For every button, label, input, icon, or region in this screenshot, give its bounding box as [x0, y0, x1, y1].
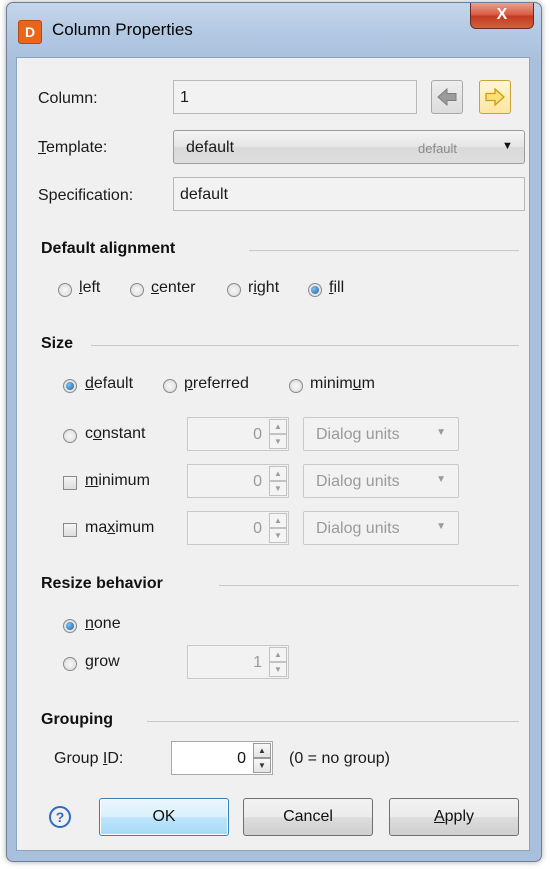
default-alignment-heading: Default alignment — [41, 240, 176, 257]
title-bar[interactable]: D Column Properties X — [7, 3, 541, 57]
size-constant-label[interactable]: constant — [85, 425, 146, 443]
minimum-size-label[interactable]: minimum — [85, 472, 150, 490]
grouping-heading: Grouping — [41, 711, 113, 728]
resize-behavior-heading: Resize behavior — [41, 575, 163, 592]
ok-button[interactable]: OK — [99, 798, 229, 836]
close-button[interactable]: X — [470, 3, 534, 29]
chevron-down-icon: ▼ — [436, 521, 446, 532]
size-heading: Size — [41, 335, 74, 352]
maximum-size-checkbox[interactable] — [63, 523, 77, 537]
template-label: Template: — [38, 139, 108, 156]
alignment-right-label[interactable]: right — [248, 279, 279, 297]
size-default-label[interactable]: default — [85, 375, 133, 393]
size-constant-radio[interactable] — [63, 429, 77, 443]
chevron-down-icon: ▼ — [436, 427, 446, 438]
size-minimum-label[interactable]: minimum — [310, 375, 375, 393]
size-default-radio[interactable] — [63, 379, 77, 393]
alignment-center-radio[interactable] — [130, 283, 144, 297]
resize-none-label[interactable]: none — [85, 615, 121, 633]
alignment-center-label[interactable]: center — [151, 279, 195, 297]
maximum-size-spinner[interactable]: 0 ▲ ▼ — [187, 511, 289, 545]
column-label: Column: — [38, 90, 98, 107]
section-divider — [91, 345, 519, 346]
resize-grow-label[interactable]: grow — [85, 653, 120, 671]
dialog-window: D Column Properties X Column: 1 Template… — [6, 2, 542, 862]
chevron-down-icon: ▼ — [502, 140, 513, 152]
constant-unit-value: Dialog units — [316, 426, 400, 443]
section-divider — [219, 585, 519, 586]
maximum-size-label[interactable]: maximum — [85, 519, 154, 537]
app-logo-icon: D — [18, 20, 42, 44]
dialog-content: Column: 1 Template: default default ▼ Sp… — [16, 57, 530, 851]
grow-weight-value: 1 — [253, 654, 262, 671]
spinner-down-icon[interactable]: ▼ — [269, 662, 287, 677]
alignment-fill-label[interactable]: fill — [329, 279, 344, 297]
specification-label: Specification: — [38, 187, 134, 204]
section-divider — [249, 250, 519, 251]
constant-size-value: 0 — [253, 426, 262, 443]
specification-field[interactable]: default — [173, 177, 525, 211]
group-id-spinner[interactable]: 0 ▲ ▼ — [171, 741, 273, 775]
resize-grow-radio[interactable] — [63, 657, 77, 671]
alignment-fill-radio[interactable] — [308, 283, 322, 297]
minimum-unit-value: Dialog units — [316, 473, 400, 490]
help-icon[interactable]: ? — [49, 806, 71, 828]
spinner-up-icon[interactable]: ▲ — [269, 647, 287, 662]
grow-weight-spinner[interactable]: 1 ▲ ▼ — [187, 645, 289, 679]
alignment-left-label[interactable]: left — [79, 279, 100, 297]
minimum-size-spinner[interactable]: 0 ▲ ▼ — [187, 464, 289, 498]
section-divider — [147, 721, 519, 722]
window-title: Column Properties — [52, 20, 193, 39]
group-id-hint: (0 = no group) — [289, 750, 390, 767]
arrow-left-icon — [437, 87, 457, 107]
resize-none-radio[interactable] — [63, 619, 77, 633]
group-id-value: 0 — [237, 750, 246, 767]
spinner-down-icon[interactable]: ▼ — [269, 481, 287, 496]
alignment-left-radio[interactable] — [58, 283, 72, 297]
minimum-size-checkbox[interactable] — [63, 476, 77, 490]
spinner-up-icon[interactable]: ▲ — [269, 513, 287, 528]
apply-button[interactable]: Apply — [389, 798, 519, 836]
spinner-down-icon[interactable]: ▼ — [269, 434, 287, 449]
arrow-right-icon — [485, 87, 505, 107]
group-id-label: Group ID: — [54, 750, 124, 767]
template-select-hint: default — [418, 141, 458, 156]
spinner-up-icon[interactable]: ▲ — [269, 466, 287, 481]
spinner-up-icon[interactable]: ▲ — [269, 419, 287, 434]
size-preferred-radio[interactable] — [163, 379, 177, 393]
minimum-size-value: 0 — [253, 473, 262, 490]
maximum-unit-value: Dialog units — [316, 520, 400, 537]
spinner-down-icon[interactable]: ▼ — [253, 758, 271, 773]
template-select-value: default — [186, 139, 235, 156]
size-minimum-radio[interactable] — [289, 379, 303, 393]
close-icon: X — [496, 6, 508, 23]
spinner-up-icon[interactable]: ▲ — [253, 743, 271, 758]
previous-column-button[interactable] — [431, 80, 463, 114]
next-column-button[interactable] — [479, 80, 511, 114]
minimum-unit-select[interactable]: Dialog units ▼ — [303, 464, 459, 498]
column-field: 1 — [173, 80, 417, 114]
cancel-button[interactable]: Cancel — [243, 798, 373, 836]
maximum-unit-select[interactable]: Dialog units ▼ — [303, 511, 459, 545]
constant-unit-select[interactable]: Dialog units ▼ — [303, 417, 459, 451]
template-select[interactable]: default default ▼ — [173, 130, 525, 164]
spinner-down-icon[interactable]: ▼ — [269, 528, 287, 543]
size-preferred-label[interactable]: preferred — [184, 375, 249, 393]
chevron-down-icon: ▼ — [436, 474, 446, 485]
alignment-right-radio[interactable] — [227, 283, 241, 297]
maximum-size-value: 0 — [253, 520, 262, 537]
constant-size-spinner[interactable]: 0 ▲ ▼ — [187, 417, 289, 451]
